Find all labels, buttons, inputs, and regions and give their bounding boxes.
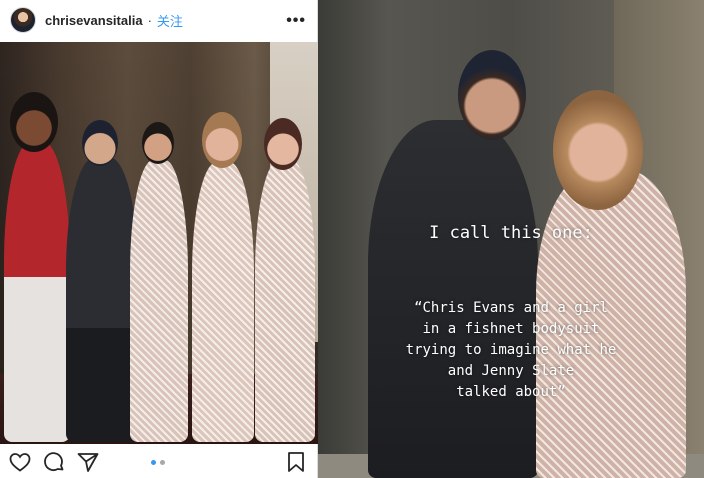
story-caption-title: I call this one: xyxy=(429,223,593,243)
photo-person-head xyxy=(202,112,242,168)
photo-person xyxy=(255,160,315,442)
bookmark-icon[interactable] xyxy=(284,450,308,474)
story-person-head xyxy=(553,90,643,210)
photo-person-head xyxy=(142,122,174,164)
photo-person xyxy=(4,142,70,442)
photo-person-head xyxy=(264,118,302,170)
follow-button[interactable]: 关注 xyxy=(157,11,183,30)
post-photo[interactable] xyxy=(0,42,318,444)
carousel-dot-active xyxy=(151,460,156,465)
photo-person-head xyxy=(82,120,118,166)
separator-dot: · xyxy=(147,12,152,28)
share-icon[interactable] xyxy=(76,450,100,474)
story-person-head xyxy=(458,50,526,140)
photo-person xyxy=(192,162,254,442)
carousel-dot xyxy=(160,460,165,465)
comment-icon[interactable] xyxy=(42,450,66,474)
carousel-indicator xyxy=(151,460,165,465)
instagram-post: chrisevansitalia · 关注 ••• xyxy=(0,0,318,478)
username[interactable]: chrisevansitalia xyxy=(45,13,143,28)
story-image: I call this one: “Chris Evans and a girl… xyxy=(318,0,704,478)
post-header: chrisevansitalia · 关注 ••• xyxy=(0,0,318,40)
photo-person xyxy=(130,160,188,442)
photo-person-head xyxy=(10,92,58,152)
post-actions-bar xyxy=(0,446,318,478)
avatar[interactable] xyxy=(10,7,36,33)
more-options-icon[interactable]: ••• xyxy=(286,12,306,30)
photo-person xyxy=(66,157,138,442)
heart-icon[interactable] xyxy=(8,450,32,474)
story-caption-body: “Chris Evans and a girl in a fishnet bod… xyxy=(405,300,617,400)
